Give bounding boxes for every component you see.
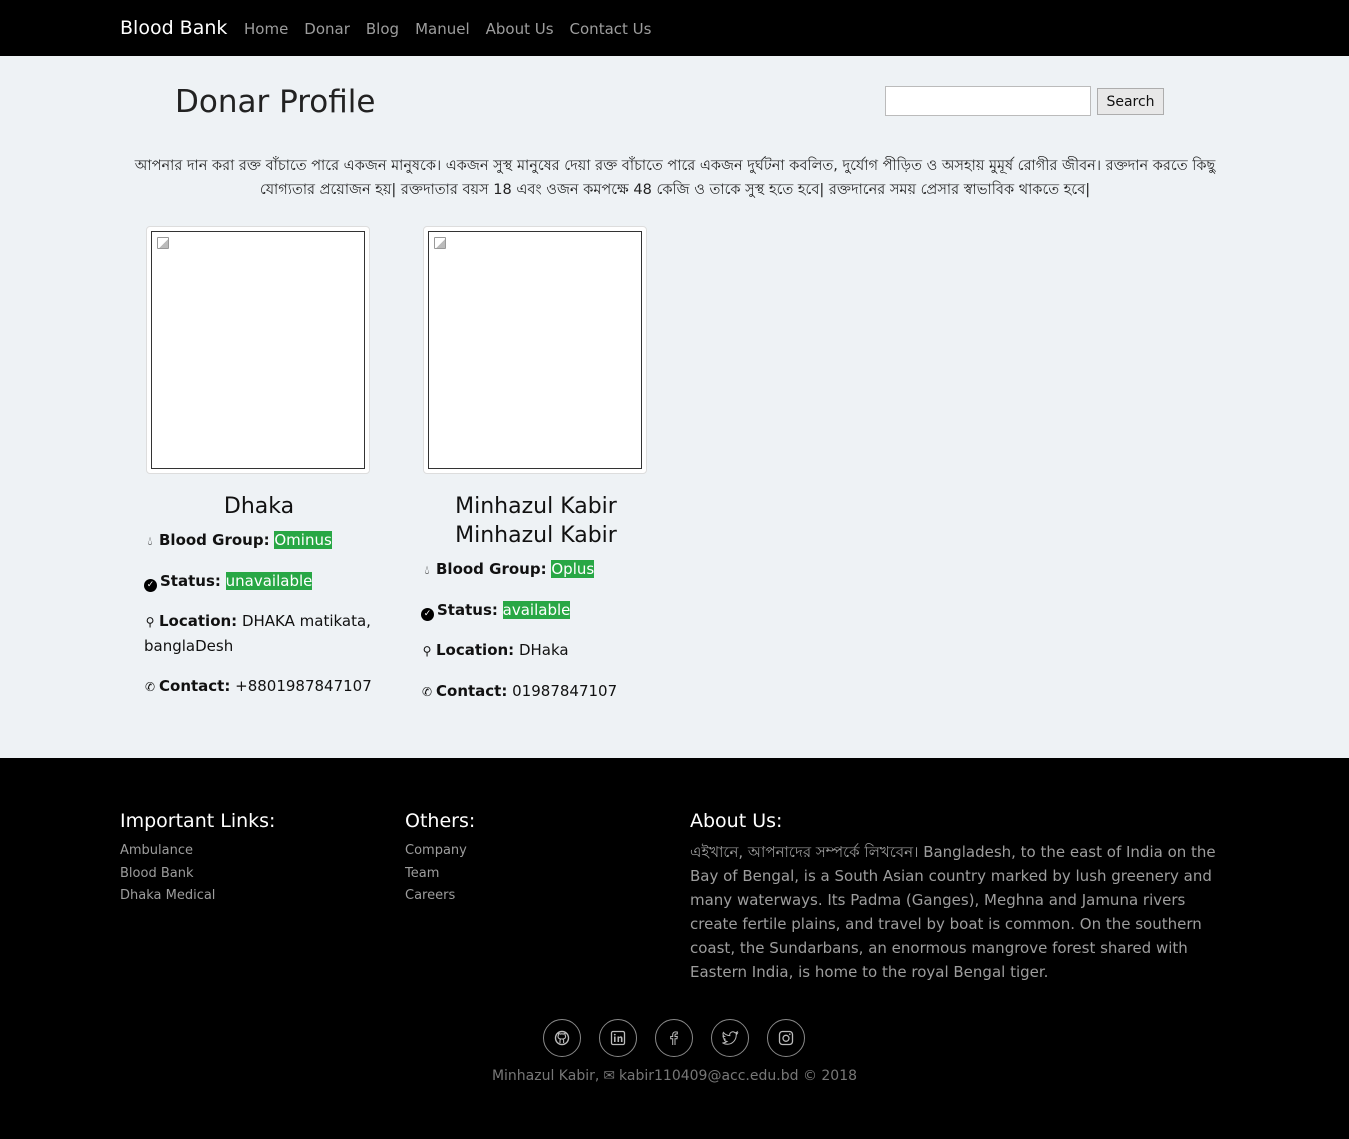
copyright-name: Minhazul Kabir, xyxy=(491,1068,600,1084)
status-label: Status: xyxy=(437,601,498,619)
blood-group-badge: Oplus xyxy=(551,560,595,578)
contact-label: Contact: xyxy=(159,677,231,695)
footer-important-links-title: Important Links: xyxy=(120,810,276,832)
page-title: Donar Profile xyxy=(175,84,376,120)
social-links xyxy=(543,1019,823,1057)
facebook-icon[interactable] xyxy=(655,1019,693,1057)
location-field: ⚲ Location: DHAKA matikata, banglaDesh xyxy=(144,609,384,658)
copyright-email-link[interactable]: kabir110409@acc.edu.bd xyxy=(619,1068,798,1084)
footer-link-careers[interactable]: Careers xyxy=(405,885,475,908)
contact-field: ✆ Contact: 01987847107 xyxy=(421,679,661,704)
footer-link-team[interactable]: Team xyxy=(405,863,475,886)
footer-link-ambulance[interactable]: Ambulance xyxy=(120,840,275,863)
check-circle-icon: ✓ xyxy=(144,579,157,592)
copyright-year: © 2018 xyxy=(802,1068,858,1084)
twitter-icon[interactable] xyxy=(711,1019,749,1057)
footer: Important Links: Ambulance Blood Bank Dh… xyxy=(0,758,1349,1139)
map-marker-icon: ⚲ xyxy=(422,644,432,658)
broken-image-icon xyxy=(434,237,446,249)
location-label: Location: xyxy=(159,612,238,630)
map-marker-icon: ⚲ xyxy=(145,615,155,629)
footer-others-title: Others: xyxy=(405,810,476,832)
github-icon[interactable] xyxy=(543,1019,581,1057)
nav-manuel[interactable]: Manuel xyxy=(415,20,470,38)
blood-group-field: 💧︎ Blood Group: Oplus xyxy=(421,557,661,582)
navbar: Blood Bank Home Donar Blog Manuel About … xyxy=(0,0,1349,56)
blood-group-field: 💧︎ Blood Group: Ominus xyxy=(144,528,384,553)
footer-others: Others: Company Team Careers xyxy=(405,810,475,908)
footer-important-links: Important Links: Ambulance Blood Bank Dh… xyxy=(120,810,275,908)
blood-group-badge: Ominus xyxy=(274,531,332,549)
brand-link[interactable]: Blood Bank xyxy=(120,17,227,39)
status-badge: unavailable xyxy=(225,572,313,590)
nav-contact[interactable]: Contact Us xyxy=(570,20,652,38)
contact-value: 01987847107 xyxy=(512,682,618,700)
footer-link-company[interactable]: Company xyxy=(405,840,475,863)
check-circle-icon: ✓ xyxy=(421,608,434,621)
donor-photo xyxy=(151,231,365,469)
location-value: DHaka xyxy=(518,641,569,659)
footer-about: About Us: এইখানে, আপনাদের সম্পর্কে লিখবে… xyxy=(690,810,1220,984)
location-label: Location: xyxy=(436,641,515,659)
linkedin-icon[interactable] xyxy=(599,1019,637,1057)
nav-home[interactable]: Home xyxy=(244,20,288,38)
status-field: ✓ Status: available xyxy=(421,598,661,622)
contact-label: Contact: xyxy=(436,682,508,700)
blood-group-label: Blood Group: xyxy=(159,531,270,549)
drop-icon: 💧︎ xyxy=(424,563,430,577)
nav-blog[interactable]: Blog xyxy=(366,20,399,38)
status-label: Status: xyxy=(160,572,221,590)
location-field: ⚲ Location: DHaka xyxy=(421,638,661,663)
donor-name: Dhaka xyxy=(223,494,295,519)
donor-photo xyxy=(428,231,642,469)
instagram-icon[interactable] xyxy=(767,1019,805,1057)
contact-field: ✆ Contact: +8801987847107 xyxy=(144,674,384,699)
search-button[interactable]: Search xyxy=(1097,88,1164,115)
nav-about[interactable]: About Us xyxy=(486,20,554,38)
footer-link-dhaka-medical[interactable]: Dhaka Medical xyxy=(120,885,275,908)
status-badge: available xyxy=(502,601,571,619)
donor-photo-frame xyxy=(146,226,370,474)
footer-about-text: এইখানে, আপনাদের সম্পর্কে লিখবেন। Banglad… xyxy=(690,843,1216,981)
nav-menu: Home Donar Blog Manuel About Us Contact … xyxy=(244,20,667,38)
search-input[interactable] xyxy=(885,86,1091,116)
envelope-icon: ✉ xyxy=(603,1068,616,1084)
donor-photo-frame xyxy=(423,226,647,474)
copyright: Minhazul Kabir, ✉ kabir110409@acc.edu.bd ©… xyxy=(0,1068,1349,1084)
footer-about-title: About Us: xyxy=(690,810,783,832)
intro-text: আপনার দান করা রক্ত বাঁচাতে পারে একজন মান… xyxy=(134,158,1216,198)
footer-link-blood-bank[interactable]: Blood Bank xyxy=(120,863,275,886)
nav-donar[interactable]: Donar xyxy=(304,20,350,38)
donor-name: Minhazul Kabir Minhazul Kabir xyxy=(455,494,617,548)
status-field: ✓ Status: unavailable xyxy=(144,569,384,593)
phone-icon: ✆ xyxy=(421,685,433,699)
blood-group-label: Blood Group: xyxy=(436,560,547,578)
broken-image-icon xyxy=(157,237,169,249)
drop-icon: 💧︎ xyxy=(147,534,153,548)
contact-value: +8801987847107 xyxy=(235,677,372,695)
phone-icon: ✆ xyxy=(144,680,156,694)
